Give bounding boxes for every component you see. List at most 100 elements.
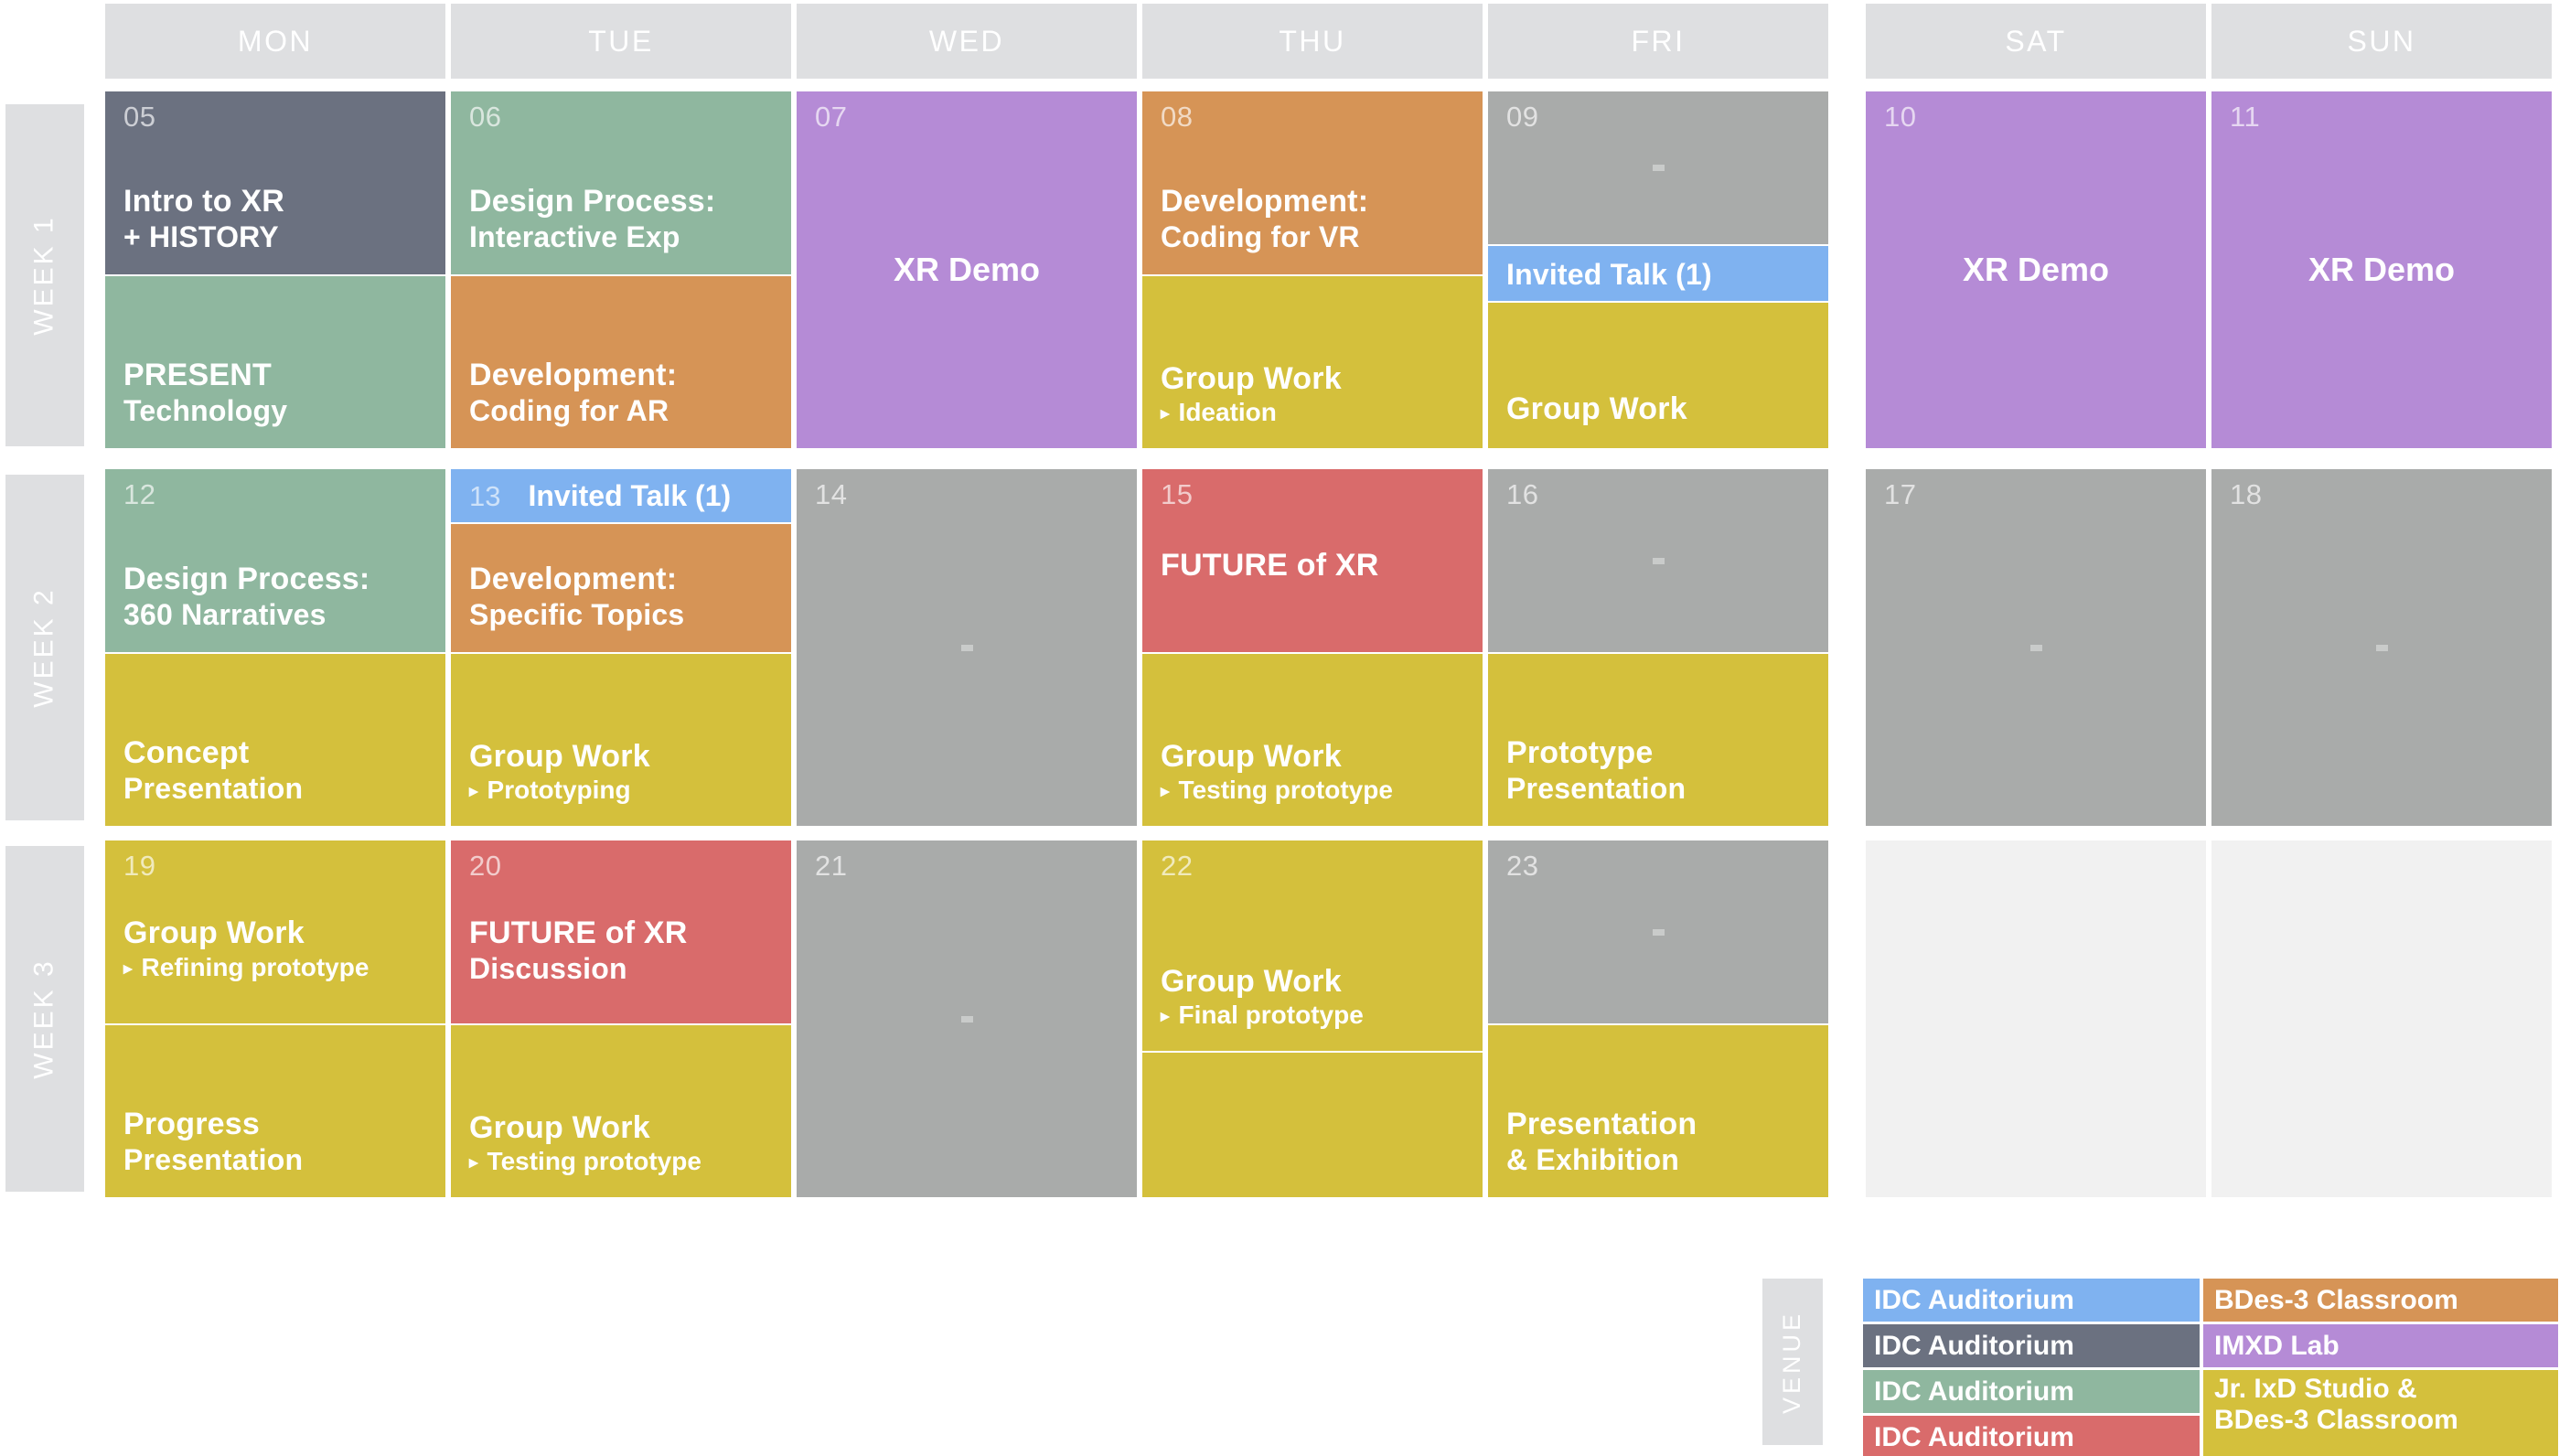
day-cell-08[interactable]: 08 Development: Coding for VR Group Work…	[1142, 91, 1483, 448]
venue-legend-item[interactable]: IMXD Lab	[2203, 1324, 2558, 1367]
session-title: XR Demo	[893, 251, 1041, 288]
day-cell-12[interactable]: 12 Design Process: 360 Narratives Concep…	[105, 469, 445, 826]
session-block[interactable]: Group Work ▸ Testing prototype	[1142, 654, 1483, 826]
day-cell-09[interactable]: 09 Invited Talk (1) Group Work	[1488, 91, 1828, 448]
session-block[interactable]: 11 XR Demo	[2211, 91, 2552, 448]
venue-legend-item-text: IDC Auditorium	[1874, 1330, 2074, 1361]
day-header-thu[interactable]: THU	[1142, 4, 1483, 79]
session-block-empty[interactable]: 21	[797, 840, 1137, 1197]
session-subtitle: ▸ Ideation	[1161, 397, 1470, 428]
day-cell-14[interactable]: 14	[797, 469, 1137, 826]
venue-legend-item-text: IMXD Lab	[2214, 1330, 2340, 1361]
session-subtitle-text: Final prototype	[1178, 1001, 1364, 1030]
day-cell-07[interactable]: 07 XR Demo	[797, 91, 1137, 448]
day-cell-17[interactable]: 17	[1866, 469, 2206, 826]
day-cell-13[interactable]: 13 Invited Talk (1) Development: Specifi…	[451, 469, 791, 826]
day-header-fri[interactable]: FRI	[1488, 4, 1828, 79]
day-cell-21[interactable]: 21	[797, 840, 1137, 1197]
day-cell-23[interactable]: 23 Presentation & Exhibition	[1488, 840, 1828, 1197]
venue-legend-item[interactable]: IDC Auditorium	[1863, 1416, 2200, 1456]
session-block[interactable]: 06 Design Process: Interactive Exp	[451, 91, 791, 274]
session-block[interactable]: 07 XR Demo	[797, 91, 1137, 448]
session-block[interactable]: Development: Coding for AR	[451, 276, 791, 448]
day-cell-20[interactable]: 20 FUTURE of XR Discussion Group Work ▸ T…	[451, 840, 791, 1197]
venue-legend-item-text: Jr. IxD Studio & BDes-3 Classroom	[2214, 1374, 2458, 1435]
empty-dash-marker	[797, 840, 1137, 1197]
session-block[interactable]: Development: Specific Topics	[451, 524, 791, 652]
venue-legend-item[interactable]: BDes-3 Classroom	[2203, 1279, 2558, 1322]
session-block[interactable]: 13 Invited Talk (1)	[451, 469, 791, 522]
empty-dash-marker	[797, 469, 1137, 826]
day-cell-18[interactable]: 18	[2211, 469, 2552, 826]
session-block-empty[interactable]: 23	[1488, 840, 1828, 1023]
session-block[interactable]: Invited Talk (1)	[1488, 246, 1828, 301]
session-subtitle: Specific Topics	[469, 597, 685, 631]
day-header-sun[interactable]: SUN	[2211, 4, 2552, 79]
day-cell-06[interactable]: 06 Design Process: Interactive Exp Devel…	[451, 91, 791, 448]
session-block-empty[interactable]: 17	[1866, 469, 2206, 826]
session-block[interactable]: 08 Development: Coding for VR	[1142, 91, 1483, 274]
session-subtitle: Presentation	[123, 771, 304, 805]
session-block[interactable]: 19 Group Work ▸ Refining prototype	[105, 840, 445, 1023]
session-block[interactable]: 05 Intro to XR + HISTORY	[105, 91, 445, 274]
session-block[interactable]: Group Work ▸ Testing prototype	[451, 1025, 791, 1197]
day-cell-11[interactable]: 11 XR Demo	[2211, 91, 2552, 448]
session-title: PRESENT	[123, 357, 272, 392]
session-block[interactable]: 10 XR Demo	[1866, 91, 2206, 448]
session-block[interactable]	[1142, 1053, 1483, 1197]
session-block[interactable]: 20 FUTURE of XR Discussion	[451, 840, 791, 1023]
empty-dash-marker	[1488, 469, 1828, 652]
week-label-3: WEEK 3	[5, 846, 84, 1192]
session-block[interactable]: Group Work ▸ Prototyping	[451, 654, 791, 826]
day-header-label: SAT	[2005, 24, 2067, 58]
date-number: 20	[469, 850, 502, 882]
venue-legend-label: VENUE	[1762, 1279, 1823, 1445]
session-subtitle: Presentation	[123, 1142, 304, 1176]
empty-dash-marker	[1866, 469, 2206, 826]
day-cell-15[interactable]: 15 FUTURE of XR Group Work ▸ Testing prot…	[1142, 469, 1483, 826]
day-header-tue[interactable]: TUE	[451, 4, 791, 79]
day-header-wed[interactable]: WED	[797, 4, 1137, 79]
day-header-row: MON TUE WED THU FRI SAT SUN	[0, 0, 2570, 79]
day-cell-19[interactable]: 19 Group Work ▸ Refining prototype Progre…	[105, 840, 445, 1197]
session-subtitle: Discussion	[469, 951, 627, 985]
day-cell-10[interactable]: 10 XR Demo	[1866, 91, 2206, 448]
session-block[interactable]: 22 Group Work ▸ Final prototype	[1142, 840, 1483, 1051]
session-block-empty[interactable]: 18	[2211, 469, 2552, 826]
session-block[interactable]: 12 Design Process: 360 Narratives	[105, 469, 445, 652]
session-title: Group Work	[469, 738, 650, 774]
session-subtitle: Coding for VR	[1161, 219, 1360, 253]
session-block-empty[interactable]: 09	[1488, 91, 1828, 244]
session-title: Development:	[469, 561, 678, 596]
session-title: Group Work	[123, 915, 305, 950]
session-title: Group Work	[469, 1109, 650, 1145]
session-block[interactable]: Presentation & Exhibition	[1488, 1025, 1828, 1197]
session-subtitle-text: Prototyping	[487, 776, 631, 805]
day-cell-22[interactable]: 22 Group Work ▸ Final prototype	[1142, 840, 1483, 1197]
session-title: FUTURE of XR	[1161, 548, 1379, 583]
day-cell-week3-sun-empty	[2211, 840, 2552, 1197]
venue-legend-item[interactable]: IDC Auditorium	[1863, 1370, 2200, 1413]
session-block[interactable]: PRESENT Technology	[105, 276, 445, 448]
day-header-label: FRI	[1631, 24, 1686, 58]
session-block[interactable]: 15 FUTURE of XR	[1142, 469, 1483, 652]
session-block-empty[interactable]: 16	[1488, 469, 1828, 652]
session-title: Invited Talk (1)	[528, 478, 732, 512]
session-block[interactable]: Group Work ▸ Ideation	[1142, 276, 1483, 448]
bullet-arrow-icon: ▸	[1161, 782, 1170, 802]
venue-legend-item[interactable]: IDC Auditorium	[1863, 1279, 2200, 1322]
day-cell-05[interactable]: 05 Intro to XR + HISTORY PRESENT Technol…	[105, 91, 445, 448]
empty-dash-marker	[1488, 840, 1828, 1023]
day-cell-16[interactable]: 16 Prototype Presentation	[1488, 469, 1828, 826]
session-block-empty[interactable]: 14	[797, 469, 1137, 826]
session-block[interactable]: Prototype Presentation	[1488, 654, 1828, 826]
session-block[interactable]: Progress Presentation	[105, 1025, 445, 1197]
session-title: Prototype	[1506, 734, 1654, 770]
day-header-mon[interactable]: MON	[105, 4, 445, 79]
session-block[interactable]: Concept Presentation	[105, 654, 445, 826]
session-block[interactable]: Group Work	[1488, 303, 1828, 448]
session-title: Development:	[1161, 183, 1369, 219]
venue-legend-item[interactable]: IDC Auditorium	[1863, 1324, 2200, 1367]
venue-legend-item[interactable]: Jr. IxD Studio & BDes-3 Classroom	[2203, 1370, 2558, 1456]
day-header-sat[interactable]: SAT	[1866, 4, 2206, 79]
